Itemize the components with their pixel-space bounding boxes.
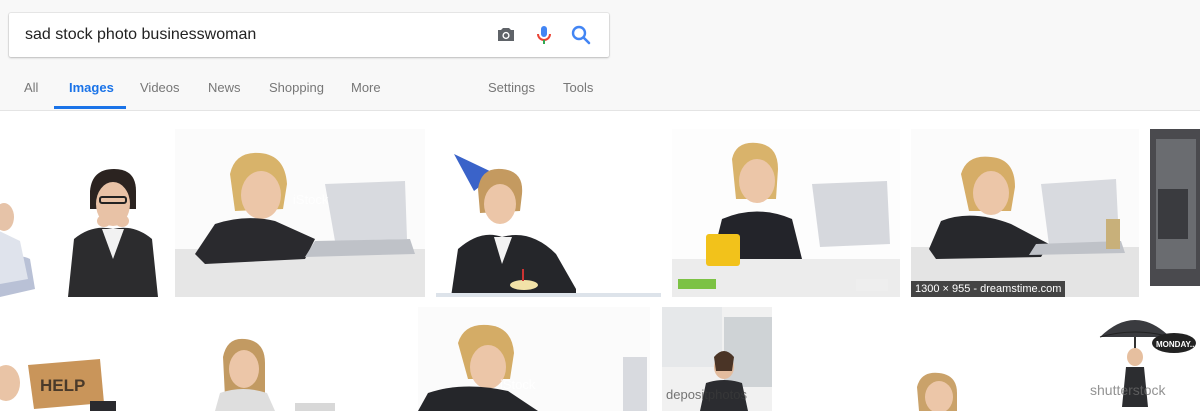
- microphone-icon[interactable]: [532, 23, 556, 47]
- image-result[interactable]: [672, 129, 900, 297]
- search-tabs: All Images Videos News Shopping More Set…: [0, 64, 1200, 111]
- tab-news[interactable]: News: [208, 64, 241, 110]
- svg-text:depositphotos: depositphotos: [666, 387, 747, 402]
- image-result[interactable]: [905, 307, 995, 411]
- image-result[interactable]: [0, 129, 47, 297]
- svg-text:MONDAY...: MONDAY...: [1156, 340, 1197, 349]
- tab-all[interactable]: All: [24, 64, 38, 110]
- image-result[interactable]: [195, 307, 335, 411]
- image-result[interactable]: HELP: [0, 307, 116, 411]
- image-hover-caption: 1300 × 955 - dreamstime.com: [911, 281, 1066, 297]
- svg-text:shutterstock: shutterstock: [1090, 382, 1166, 398]
- svg-text:iStock: iStock: [500, 377, 536, 392]
- image-result[interactable]: [62, 129, 164, 297]
- image-result[interactable]: iStock: [418, 307, 650, 411]
- camera-icon[interactable]: [494, 23, 518, 47]
- image-result[interactable]: [1150, 129, 1200, 286]
- image-result[interactable]: depositphotos: [662, 307, 772, 411]
- image-result[interactable]: iStock: [175, 129, 425, 297]
- search-box[interactable]: [9, 13, 609, 57]
- search-icon[interactable]: [569, 23, 593, 47]
- tab-settings[interactable]: Settings: [488, 64, 535, 110]
- tab-images[interactable]: Images: [69, 64, 114, 110]
- image-result[interactable]: MONDAY... shutterstock: [1080, 307, 1200, 411]
- tab-videos[interactable]: Videos: [140, 64, 180, 110]
- search-input[interactable]: [25, 13, 475, 57]
- image-result[interactable]: 1300 × 955 - dreamstime.com: [911, 129, 1139, 297]
- tab-tools[interactable]: Tools: [563, 64, 593, 110]
- tab-more[interactable]: More: [351, 64, 381, 110]
- tab-shopping[interactable]: Shopping: [269, 64, 324, 110]
- active-tab-indicator: [54, 106, 126, 109]
- svg-text:iStock: iStock: [293, 192, 329, 207]
- svg-text:HELP: HELP: [40, 376, 85, 395]
- image-result[interactable]: [436, 129, 661, 297]
- image-results-grid: iStock 1300 × 955 - dreamstime.com HELP …: [0, 111, 1200, 411]
